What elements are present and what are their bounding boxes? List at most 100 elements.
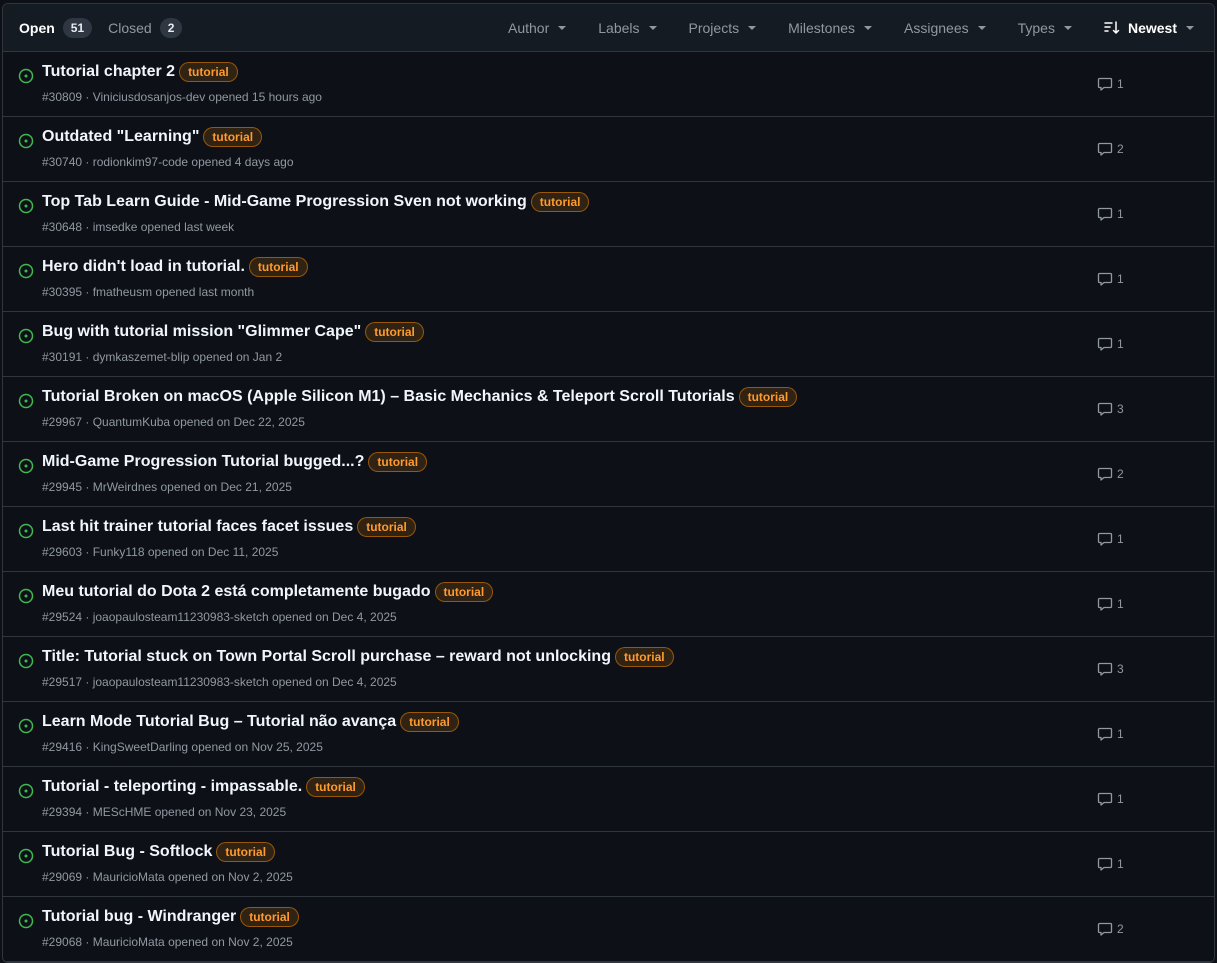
comments-link[interactable]: 1 [1097,726,1124,742]
issue-title-line: Last hit trainer tutorial faces facet is… [42,517,416,537]
issue-opened-icon [18,328,34,344]
issue-meta: #29524 · joaopaulosteam11230983-sketch o… [42,610,397,624]
issue-title-link[interactable]: Outdated "Learning" [42,128,199,146]
tutorial-label[interactable]: tutorial [179,62,238,82]
comments-link[interactable]: 1 [1097,76,1124,92]
open-issues-tab[interactable]: Open 51 [19,17,93,38]
tutorial-label[interactable]: tutorial [248,257,308,277]
issue-row[interactable]: Title: Tutorial stuck on Town Portal Scr… [3,637,1214,702]
filter-bar: Author Labels Projects Milestones Assign… [492,20,1198,36]
issue-title-link[interactable]: Tutorial - teleporting - impassable. [42,778,302,796]
tutorial-label[interactable]: tutorial [365,322,424,342]
issue-meta: #29517 · joaopaulosteam11230983-sketch o… [42,675,397,689]
issue-meta: #29068 · MauricioMata opened on Nov 2, 2… [42,935,293,949]
issue-row[interactable]: Top Tab Learn Guide - Mid-Game Progressi… [3,182,1214,247]
tutorial-label[interactable]: tutorial [434,582,494,602]
issue-title-link[interactable]: Title: Tutorial stuck on Town Portal Scr… [42,648,611,666]
issue-title-link[interactable]: Tutorial Bug - Softlock [42,843,212,861]
issue-meta: #29416 · KingSweetDarling opened on Nov … [42,740,323,754]
author-filter[interactable]: Author [492,20,582,36]
comment-icon [1097,337,1113,351]
assignees-filter[interactable]: Assignees [888,20,1002,36]
issue-row[interactable]: Outdated "Learning" tutorial #30740 · ro… [3,117,1214,182]
issue-meta: #30395 · fmatheusm opened last month [42,285,255,299]
issue-row[interactable]: Tutorial - teleporting - impassable. tut… [3,767,1214,832]
filter-label: Milestones [788,19,856,36]
comments-link[interactable]: 1 [1097,531,1124,547]
issue-title-link[interactable]: Top Tab Learn Guide - Mid-Game Progressi… [42,193,527,211]
comments-link[interactable]: 1 [1097,336,1124,352]
tutorial-label[interactable]: tutorial [203,127,263,147]
comment-icon [1097,142,1113,156]
issue-title-link[interactable]: Meu tutorial do Dota 2 está completament… [42,583,431,601]
open-tab-label: Open [19,19,55,36]
projects-filter[interactable]: Projects [673,20,773,36]
issue-row[interactable]: Tutorial Bug - Softlock tutorial #29069 … [3,832,1214,897]
issue-title-link[interactable]: Last hit trainer tutorial faces facet is… [42,518,353,536]
comment-count: 1 [1117,597,1124,611]
issue-title-link[interactable]: Bug with tutorial mission "Glimmer Cape" [42,323,361,341]
tutorial-label[interactable]: tutorial [357,517,416,537]
issue-meta: #29394 · MEScHME opened on Nov 23, 2025 [42,805,287,819]
filter-label: Author [508,19,550,36]
issue-title-line: Tutorial - teleporting - impassable. tut… [42,777,365,797]
issue-row[interactable]: Learn Mode Tutorial Bug – Tutorial não a… [3,702,1214,767]
issue-title-line: Top Tab Learn Guide - Mid-Game Progressi… [42,192,590,212]
issue-title-line: Tutorial chapter 2 tutorial [42,62,238,82]
comment-count: 1 [1117,857,1124,871]
caret-down-icon [648,25,657,30]
issue-title-line: Tutorial bug - Windranger tutorial [42,907,299,927]
comment-count: 2 [1117,142,1124,156]
comments-link[interactable]: 1 [1097,791,1124,807]
comments-link[interactable]: 1 [1097,856,1124,872]
caret-down-icon [558,25,567,30]
tutorial-label[interactable]: tutorial [738,387,798,407]
comments-link[interactable]: 2 [1097,921,1124,937]
types-filter[interactable]: Types [1002,20,1088,36]
tutorial-label[interactable]: tutorial [216,842,276,862]
comment-icon [1097,922,1113,936]
tutorial-label[interactable]: tutorial [368,452,428,472]
issue-title-link[interactable]: Tutorial Broken on macOS (Apple Silicon … [42,388,735,406]
issue-title-link[interactable]: Mid-Game Progression Tutorial bugged...? [42,453,364,471]
comment-count: 3 [1117,402,1124,416]
issue-row[interactable]: Tutorial bug - Windranger tutorial #2906… [3,897,1214,962]
sort-dropdown[interactable]: Newest [1088,20,1198,36]
tutorial-label[interactable]: tutorial [400,712,459,732]
issue-row[interactable]: Last hit trainer tutorial faces facet is… [3,507,1214,572]
comments-link[interactable]: 1 [1097,206,1124,222]
comments-link[interactable]: 3 [1097,401,1124,417]
issue-title-link[interactable]: Tutorial chapter 2 [42,63,175,81]
tutorial-label[interactable]: tutorial [530,192,590,212]
issue-row[interactable]: Mid-Game Progression Tutorial bugged...?… [3,442,1214,507]
issue-title-link[interactable]: Learn Mode Tutorial Bug – Tutorial não a… [42,713,396,731]
tutorial-label[interactable]: tutorial [306,777,365,797]
comments-link[interactable]: 1 [1097,271,1124,287]
issue-title-link[interactable]: Hero didn't load in tutorial. [42,258,245,276]
issue-meta: #29967 · QuantumKuba opened on Dec 22, 2… [42,415,305,429]
milestones-filter[interactable]: Milestones [772,20,888,36]
comment-icon [1097,792,1113,806]
comment-count: 1 [1117,337,1124,351]
issue-meta: #30809 · Viniciusdosanjos-dev opened 15 … [42,90,322,104]
issue-row[interactable]: Hero didn't load in tutorial. tutorial #… [3,247,1214,312]
issue-opened-icon [18,458,34,474]
tutorial-label[interactable]: tutorial [614,647,674,667]
issue-row[interactable]: Tutorial chapter 2 tutorial #30809 · Vin… [3,52,1214,117]
comments-link[interactable]: 3 [1097,661,1124,677]
issue-opened-icon [18,848,34,864]
sort-label: Newest [1127,19,1177,36]
issue-row[interactable]: Bug with tutorial mission "Glimmer Cape"… [3,312,1214,377]
comments-link[interactable]: 2 [1097,141,1124,157]
comments-link[interactable]: 1 [1097,596,1124,612]
issue-title-line: Outdated "Learning" tutorial [42,127,263,147]
issue-row[interactable]: Tutorial Broken on macOS (Apple Silicon … [3,377,1214,442]
labels-filter[interactable]: Labels [582,20,672,36]
closed-issues-tab[interactable]: Closed 2 [108,17,183,38]
comment-icon [1097,272,1113,286]
comments-link[interactable]: 2 [1097,466,1124,482]
tutorial-label[interactable]: tutorial [240,907,299,927]
issue-row[interactable]: Meu tutorial do Dota 2 está completament… [3,572,1214,637]
issue-title-link[interactable]: Tutorial bug - Windranger [42,908,236,926]
filter-label: Labels [598,19,640,36]
